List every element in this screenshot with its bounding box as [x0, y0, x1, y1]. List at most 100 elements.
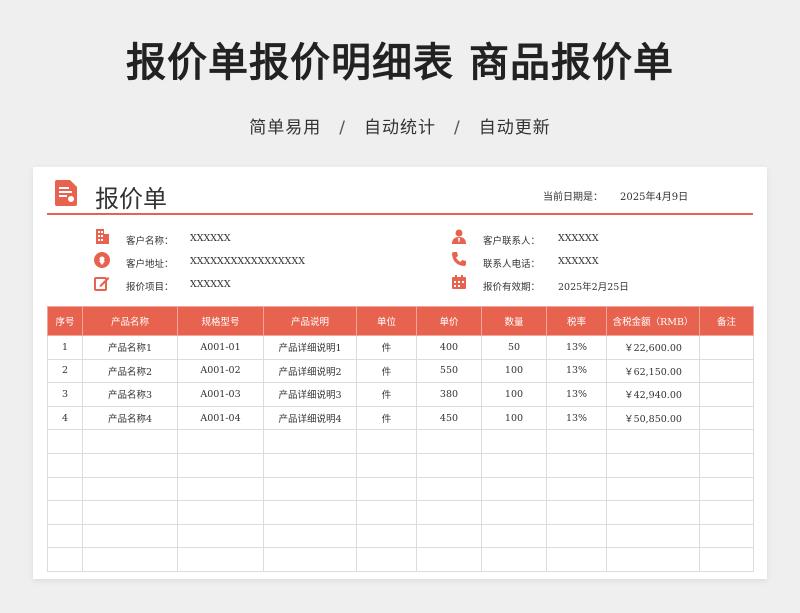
table-cell[interactable]: 产品名称1: [82, 335, 178, 360]
table-cell[interactable]: [47, 476, 83, 502]
table-cell[interactable]: [47, 452, 83, 478]
table-cell[interactable]: [546, 429, 607, 454]
table-cell[interactable]: [481, 429, 547, 454]
table-cell[interactable]: [699, 476, 754, 502]
table-cell[interactable]: [699, 405, 754, 431]
table-cell[interactable]: [416, 429, 482, 454]
table-cell[interactable]: [699, 429, 754, 454]
table-cell[interactable]: [481, 523, 547, 549]
table-cell[interactable]: [606, 429, 700, 454]
table-cell[interactable]: [416, 500, 482, 525]
table-cell[interactable]: [546, 452, 607, 478]
table-cell[interactable]: A001-01: [177, 335, 264, 360]
table-cell[interactable]: [356, 523, 417, 549]
table-cell[interactable]: 450: [416, 405, 482, 431]
table-cell[interactable]: [82, 500, 178, 525]
table-cell[interactable]: ￥42,940.00: [606, 382, 700, 407]
table-cell[interactable]: 产品名称2: [82, 358, 178, 384]
table-cell[interactable]: [356, 547, 417, 572]
table-cell[interactable]: ￥22,600.00: [606, 335, 700, 360]
table-cell[interactable]: [606, 547, 700, 572]
table-cell[interactable]: [699, 523, 754, 549]
table-cell[interactable]: [47, 500, 83, 525]
table-cell[interactable]: [546, 547, 607, 572]
table-cell[interactable]: [47, 547, 83, 572]
table-cell[interactable]: [263, 452, 357, 478]
table-cell[interactable]: [416, 452, 482, 478]
table-cell[interactable]: [177, 523, 264, 549]
table-cell[interactable]: [263, 476, 357, 502]
table-cell[interactable]: 产品名称3: [82, 382, 178, 407]
table-cell[interactable]: 1: [47, 335, 83, 360]
table-cell[interactable]: [177, 429, 264, 454]
table-cell[interactable]: [606, 476, 700, 502]
table-cell[interactable]: 400: [416, 335, 482, 360]
table-cell[interactable]: [606, 523, 700, 549]
table-cell[interactable]: [546, 476, 607, 502]
table-cell[interactable]: [177, 452, 264, 478]
table-cell[interactable]: [481, 452, 547, 478]
table-cell[interactable]: [699, 547, 754, 572]
table-cell[interactable]: 100: [481, 405, 547, 431]
table-cell[interactable]: [82, 452, 178, 478]
table-cell[interactable]: [416, 476, 482, 502]
table-cell[interactable]: 件: [356, 335, 417, 360]
table-cell[interactable]: 13%: [546, 405, 607, 431]
table-cell[interactable]: 产品详细说明2: [263, 358, 357, 384]
table-cell[interactable]: 件: [356, 358, 417, 384]
table-cell[interactable]: 产品详细说明1: [263, 335, 357, 360]
table-cell[interactable]: [263, 500, 357, 525]
table-cell[interactable]: A001-02: [177, 358, 264, 384]
table-cell[interactable]: [546, 500, 607, 525]
table-cell[interactable]: [47, 429, 83, 454]
table-cell[interactable]: 产品详细说明4: [263, 405, 357, 431]
table-cell[interactable]: A001-03: [177, 382, 264, 407]
table-cell[interactable]: [356, 429, 417, 454]
table-cell[interactable]: 产品详细说明3: [263, 382, 357, 407]
table-cell[interactable]: 380: [416, 382, 482, 407]
table-cell[interactable]: 4: [47, 405, 83, 431]
table-cell[interactable]: [356, 476, 417, 502]
table-cell[interactable]: [356, 452, 417, 478]
table-cell[interactable]: [177, 500, 264, 525]
table-cell[interactable]: [82, 523, 178, 549]
table-cell[interactable]: [481, 500, 547, 525]
table-cell[interactable]: [699, 500, 754, 525]
table-cell[interactable]: [263, 523, 357, 549]
table-cell[interactable]: [606, 452, 700, 478]
table-cell[interactable]: ￥50,850.00: [606, 405, 700, 431]
table-cell[interactable]: 550: [416, 358, 482, 384]
table-cell[interactable]: [416, 523, 482, 549]
table-cell[interactable]: [82, 547, 178, 572]
table-cell[interactable]: 13%: [546, 358, 607, 384]
table-cell[interactable]: 2: [47, 358, 83, 384]
table-cell[interactable]: 13%: [546, 335, 607, 360]
table-cell[interactable]: [699, 452, 754, 478]
table-cell[interactable]: ￥62,150.00: [606, 358, 700, 384]
table-cell[interactable]: [263, 547, 357, 572]
table-cell[interactable]: [416, 547, 482, 572]
table-cell[interactable]: [82, 476, 178, 502]
table-cell[interactable]: [481, 547, 547, 572]
table-cell[interactable]: [699, 335, 754, 360]
table-cell[interactable]: A001-04: [177, 405, 264, 431]
table-cell[interactable]: 产品名称4: [82, 405, 178, 431]
table-cell[interactable]: [699, 382, 754, 407]
table-cell[interactable]: 100: [481, 358, 547, 384]
table-cell[interactable]: [177, 476, 264, 502]
table-cell[interactable]: 50: [481, 335, 547, 360]
table-cell[interactable]: 件: [356, 405, 417, 431]
table-cell[interactable]: [263, 429, 357, 454]
table-cell[interactable]: [606, 500, 700, 525]
table-cell[interactable]: [356, 500, 417, 525]
table-cell[interactable]: 件: [356, 382, 417, 407]
table-cell[interactable]: [177, 547, 264, 572]
table-cell[interactable]: [546, 523, 607, 549]
table-cell[interactable]: 3: [47, 382, 83, 407]
table-cell[interactable]: 13%: [546, 382, 607, 407]
table-cell[interactable]: [47, 523, 83, 549]
table-cell[interactable]: [699, 358, 754, 384]
table-cell[interactable]: [82, 429, 178, 454]
table-cell[interactable]: [481, 476, 547, 502]
table-cell[interactable]: 100: [481, 382, 547, 407]
